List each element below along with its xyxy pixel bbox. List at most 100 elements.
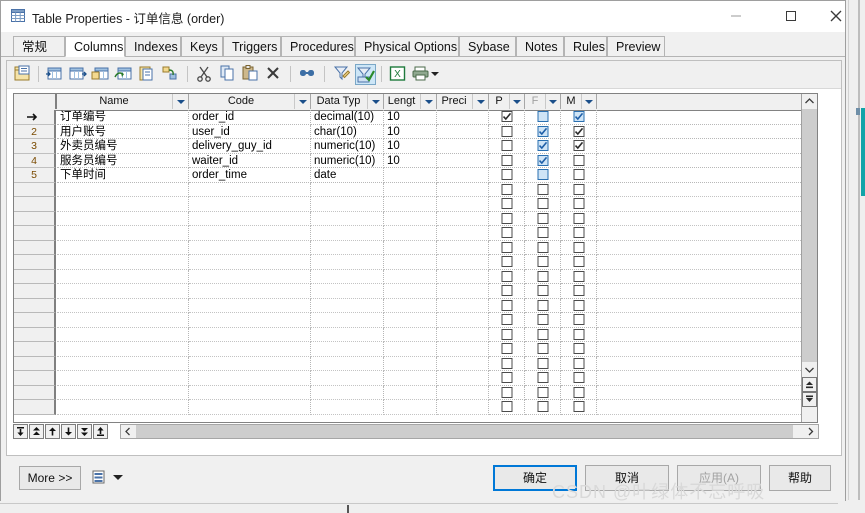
cell-empty[interactable] bbox=[189, 385, 311, 400]
add-column-icon[interactable] bbox=[91, 64, 112, 85]
cell-empty[interactable] bbox=[437, 211, 489, 226]
row-header[interactable] bbox=[14, 211, 56, 226]
cell-empty[interactable] bbox=[189, 400, 311, 415]
move-down-fast-button[interactable] bbox=[77, 424, 92, 439]
column-header-foreign[interactable]: F bbox=[525, 94, 561, 109]
table-row[interactable]: 订单编号 order_id decimal(10) 10 bbox=[14, 110, 817, 125]
cell-empty[interactable] bbox=[189, 327, 311, 342]
cell-empty[interactable] bbox=[525, 342, 561, 357]
cell-empty[interactable] bbox=[384, 240, 437, 255]
checkbox-empty[interactable] bbox=[537, 227, 548, 238]
checkbox-p[interactable] bbox=[501, 111, 512, 122]
cell-empty[interactable] bbox=[384, 342, 437, 357]
cell-empty[interactable] bbox=[525, 240, 561, 255]
cell-empty[interactable] bbox=[525, 400, 561, 415]
go-bottom-button[interactable] bbox=[802, 392, 817, 407]
checkbox-empty[interactable] bbox=[501, 357, 512, 369]
cell-name[interactable]: 订单编号 bbox=[57, 110, 189, 125]
cell-empty[interactable] bbox=[57, 197, 189, 212]
row-header[interactable] bbox=[14, 385, 56, 400]
checkbox-f[interactable] bbox=[537, 140, 548, 151]
properties-icon[interactable] bbox=[13, 64, 34, 85]
row-header[interactable] bbox=[14, 269, 56, 284]
scroll-up-arrow[interactable] bbox=[802, 94, 817, 109]
cell-empty[interactable] bbox=[311, 371, 384, 386]
checkbox-f[interactable] bbox=[537, 111, 548, 122]
cell-p[interactable] bbox=[489, 139, 525, 154]
cell-code[interactable]: order_time bbox=[189, 168, 311, 183]
cell-filler[interactable] bbox=[597, 328, 817, 342]
cell-empty[interactable] bbox=[189, 269, 311, 284]
cell-p[interactable] bbox=[489, 124, 525, 139]
cell-empty[interactable] bbox=[561, 400, 597, 415]
cell-empty[interactable] bbox=[561, 226, 597, 241]
cell-filler[interactable] bbox=[597, 226, 817, 241]
cell-m[interactable] bbox=[561, 110, 597, 125]
checkbox-empty[interactable] bbox=[573, 285, 584, 296]
table-row-empty[interactable] bbox=[14, 197, 817, 212]
cell-name[interactable]: 外卖员编号 bbox=[57, 139, 189, 154]
tab-general[interactable]: 常规 bbox=[13, 36, 65, 57]
cell-empty[interactable] bbox=[189, 182, 311, 197]
cell-empty[interactable] bbox=[561, 255, 597, 270]
checkbox-empty[interactable] bbox=[501, 212, 512, 224]
cell-length[interactable]: 10 bbox=[384, 124, 437, 139]
tab-keys[interactable]: Keys bbox=[181, 36, 223, 57]
cell-prec[interactable] bbox=[437, 168, 489, 183]
scroll-left-arrow[interactable] bbox=[121, 425, 135, 438]
cell-empty[interactable] bbox=[561, 371, 597, 386]
cell-empty[interactable] bbox=[437, 255, 489, 270]
cell-empty[interactable] bbox=[437, 240, 489, 255]
chevron-down-icon[interactable] bbox=[367, 94, 383, 109]
cell-empty[interactable] bbox=[561, 327, 597, 342]
row-header[interactable]: 4 bbox=[14, 153, 56, 168]
checkbox-empty[interactable] bbox=[573, 256, 584, 267]
cell-filler[interactable] bbox=[597, 125, 817, 139]
cell-length[interactable]: 10 bbox=[384, 139, 437, 154]
column-header-precision[interactable]: Preci bbox=[437, 94, 489, 109]
row-header[interactable] bbox=[14, 313, 56, 328]
checkbox-m[interactable] bbox=[573, 125, 584, 137]
cell-m[interactable] bbox=[561, 153, 597, 168]
cell-empty[interactable] bbox=[437, 356, 489, 371]
cell-empty[interactable] bbox=[311, 327, 384, 342]
cell-empty[interactable] bbox=[525, 313, 561, 328]
export-excel-icon[interactable]: X bbox=[388, 64, 409, 85]
row-header[interactable] bbox=[14, 226, 56, 241]
tab-physical-options[interactable]: Physical Options bbox=[355, 36, 459, 57]
cell-empty[interactable] bbox=[437, 298, 489, 313]
cell-empty[interactable] bbox=[189, 226, 311, 241]
row-header[interactable] bbox=[14, 327, 56, 342]
checkbox-empty[interactable] bbox=[501, 401, 512, 412]
chevron-down-icon[interactable] bbox=[509, 94, 524, 109]
cell-empty[interactable] bbox=[311, 356, 384, 371]
cell-empty[interactable] bbox=[561, 240, 597, 255]
cell-empty[interactable] bbox=[561, 197, 597, 212]
cell-empty[interactable] bbox=[489, 342, 525, 357]
checkbox-empty[interactable] bbox=[537, 183, 548, 195]
cell-empty[interactable] bbox=[561, 269, 597, 284]
cell-prec[interactable] bbox=[437, 124, 489, 139]
checkbox-empty[interactable] bbox=[573, 212, 584, 224]
move-up-fast-button[interactable] bbox=[29, 424, 44, 439]
checkbox-empty[interactable] bbox=[573, 343, 584, 354]
cell-empty[interactable] bbox=[311, 342, 384, 357]
checkbox-empty[interactable] bbox=[573, 241, 584, 253]
cell-empty[interactable] bbox=[384, 327, 437, 342]
move-down-button[interactable] bbox=[61, 424, 76, 439]
cell-name[interactable]: 用户账号 bbox=[57, 124, 189, 139]
table-row-empty[interactable] bbox=[14, 342, 817, 357]
checkbox-f[interactable] bbox=[537, 154, 548, 166]
row-header[interactable] bbox=[14, 182, 56, 197]
tab-columns[interactable]: Columns bbox=[65, 36, 125, 57]
chevron-down-icon[interactable] bbox=[545, 94, 560, 109]
table-row[interactable]: 4 服务员编号 waiter_id numeric(10) 10 bbox=[14, 153, 817, 168]
chevron-down-icon[interactable] bbox=[472, 94, 488, 109]
column-header-mandatory[interactable]: M bbox=[561, 94, 597, 109]
cell-empty[interactable] bbox=[311, 211, 384, 226]
cell-filler[interactable] bbox=[597, 154, 817, 168]
cell-name[interactable]: 下单时间 bbox=[57, 168, 189, 183]
cell-length[interactable] bbox=[384, 168, 437, 183]
cell-empty[interactable] bbox=[57, 240, 189, 255]
help-button[interactable]: 帮助 bbox=[769, 465, 831, 491]
